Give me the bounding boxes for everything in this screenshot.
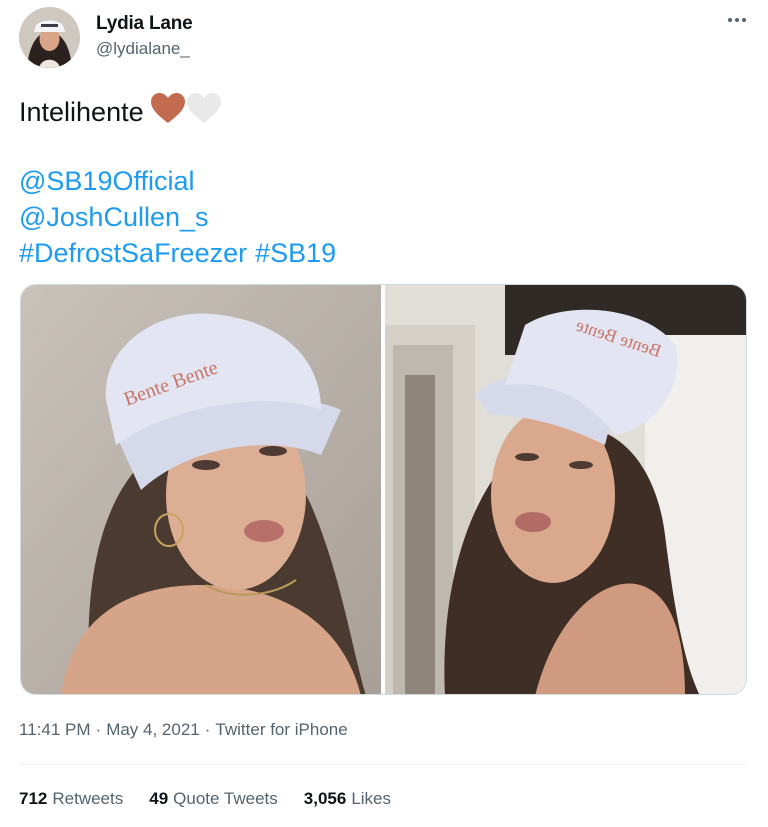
- mention-joshcullen[interactable]: @JoshCullen_s: [19, 200, 209, 234]
- tweet-meta: 11:41 PM · May 4, 2021 · Twitter for iPhone: [19, 720, 348, 740]
- tweet-time[interactable]: 11:41 PM: [19, 720, 91, 739]
- more-dot-icon: [728, 18, 732, 22]
- photo-right[interactable]: Bente Bente: [385, 285, 746, 694]
- tweet-source[interactable]: Twitter for iPhone: [215, 720, 347, 739]
- likes-stat[interactable]: 3,056 Likes: [304, 789, 391, 809]
- hashtag-sb19[interactable]: #SB19: [255, 238, 336, 268]
- meta-separator: ·: [95, 720, 102, 739]
- white-heart-icon: [186, 92, 222, 132]
- more-options-button[interactable]: [722, 10, 752, 30]
- divider: [19, 764, 748, 765]
- mention-sb19official[interactable]: @SB19Official: [19, 164, 195, 198]
- hashtags-line: #DefrostSaFreezer #SB19: [19, 236, 336, 270]
- tweet-date[interactable]: May 4, 2021: [106, 720, 200, 739]
- author-name[interactable]: Lydia Lane: [96, 13, 193, 35]
- tweet-text: Intelihente: [19, 97, 144, 127]
- more-dot-icon: [735, 18, 739, 22]
- tweet-text-line: Intelihente: [19, 92, 222, 132]
- media-grid: Bente Bente Bente Bente: [20, 284, 747, 695]
- more-dot-icon: [742, 18, 746, 22]
- retweets-label: Retweets: [52, 789, 124, 808]
- brown-heart-icon: [150, 92, 186, 132]
- author-handle[interactable]: @lydialane_: [96, 39, 190, 59]
- likes-label: Likes: [351, 789, 391, 808]
- avatar-image: [19, 7, 80, 68]
- retweets-count: 712: [19, 789, 48, 808]
- tweet: Lydia Lane @lydialane_ Intelihente @SB19…: [0, 0, 768, 827]
- meta-separator: ·: [204, 720, 211, 739]
- quote-tweets-label: Quote Tweets: [173, 789, 278, 808]
- photo-left[interactable]: Bente Bente: [21, 285, 381, 694]
- quote-tweets-count: 49: [149, 789, 169, 808]
- avatar[interactable]: [19, 7, 80, 68]
- hashtag-defrostsafreezer[interactable]: #DefrostSaFreezer: [19, 238, 247, 268]
- tweet-stats: 712 Retweets 49 Quote Tweets 3,056 Likes: [19, 789, 391, 809]
- retweets-stat[interactable]: 712 Retweets: [19, 789, 123, 809]
- likes-count: 3,056: [303, 789, 347, 808]
- quote-tweets-stat[interactable]: 49 Quote Tweets: [149, 789, 278, 809]
